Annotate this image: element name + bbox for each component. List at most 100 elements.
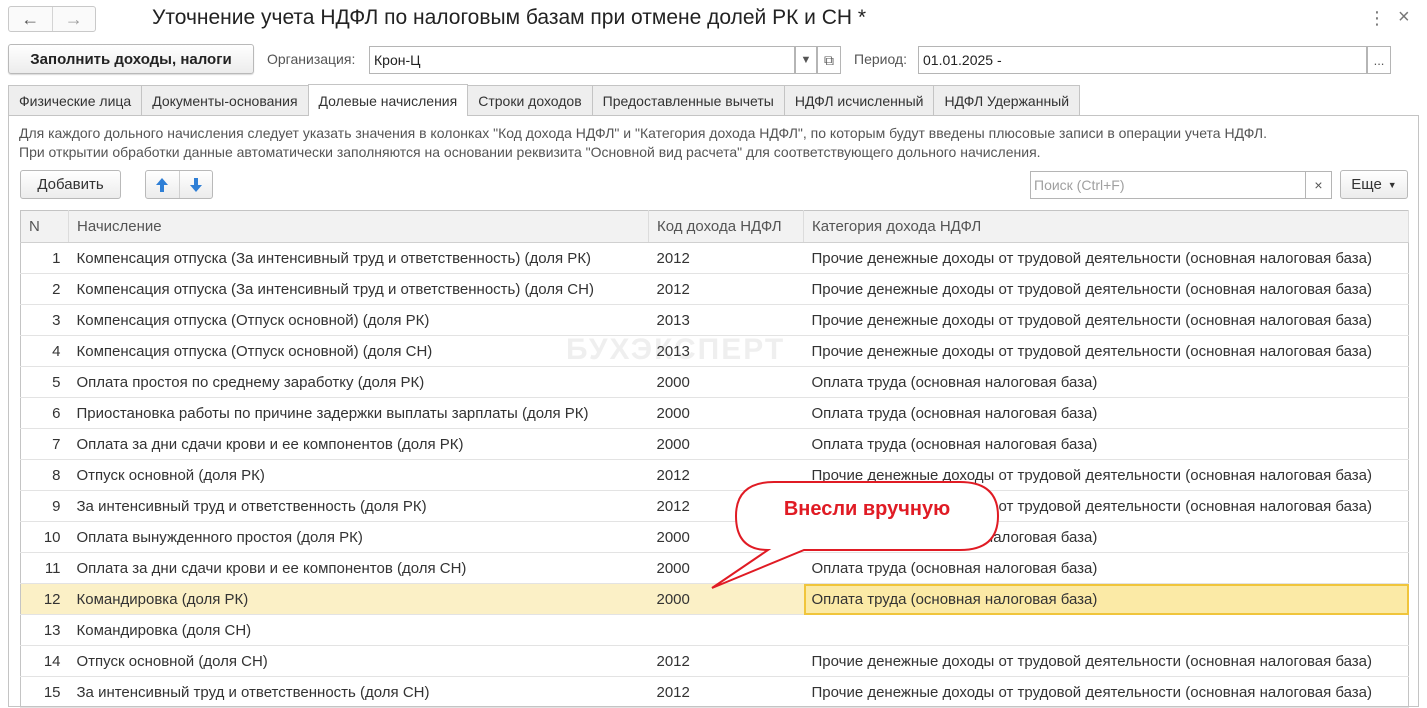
add-button[interactable]: Добавить	[20, 170, 121, 199]
table-row[interactable]: 4 Компенсация отпуска (Отпуск основной) (…	[20, 335, 1409, 367]
column-header-income-category[interactable]: Категория дохода НДФЛ	[803, 210, 1409, 243]
table-row[interactable]: 14 Отпуск основной (доля СН) 2012 Прочие де…	[20, 645, 1409, 677]
table-row[interactable]: 2 Компенсация отпуска (За интенсивный тру…	[20, 273, 1409, 305]
accrual-name-cell[interactable]: Компенсация отпуска (Отпуск основной) (д…	[68, 335, 649, 367]
income-code-cell[interactable]: 2012	[648, 645, 804, 677]
accrual-name-cell[interactable]: Компенсация отпуска (Отпуск основной) (д…	[68, 304, 649, 336]
more-button[interactable]: Еще ▼	[1340, 170, 1408, 199]
accrual-name-cell[interactable]: Командировка (доля РК)	[68, 583, 649, 615]
income-category-cell[interactable]: Прочие денежные доходы от трудовой деяте…	[803, 242, 1409, 274]
table-row[interactable]: 9 За интенсивный труд и ответственность (…	[20, 490, 1409, 522]
row-number-cell[interactable]: 14	[20, 645, 69, 677]
table-row[interactable]: 3 Компенсация отпуска (Отпуск основной) (…	[20, 304, 1409, 336]
income-category-cell[interactable]: Прочие денежные доходы от трудовой деяте…	[803, 304, 1409, 336]
row-number-cell[interactable]: 15	[20, 676, 69, 708]
table-row[interactable]: 1 Компенсация отпуска (За интенсивный тру…	[20, 242, 1409, 274]
accrual-name-cell[interactable]: Отпуск основной (доля РК)	[68, 459, 649, 491]
income-code-cell[interactable]	[648, 614, 804, 646]
income-code-cell[interactable]: 2013	[648, 335, 804, 367]
nav-buttons: ← →	[8, 6, 96, 32]
accrual-name-cell[interactable]: Отпуск основной (доля СН)	[68, 645, 649, 677]
more-vertical-icon[interactable]: ⋮	[1368, 8, 1386, 29]
table-row[interactable]: 11 Оплата за дни сдачи крови и ее компоне…	[20, 552, 1409, 584]
accrual-name-cell[interactable]: Оплата за дни сдачи крови и ее компонент…	[68, 428, 649, 460]
table-row[interactable]: 6 Приостановка работы по причине задержки…	[20, 397, 1409, 429]
income-category-cell[interactable]: Прочие денежные доходы от трудовой деяте…	[803, 335, 1409, 367]
tab-bar: Физические лица Документы-основания Доле…	[8, 84, 1081, 116]
accrual-name-cell[interactable]: Командировка (доля СН)	[68, 614, 649, 646]
period-field[interactable]: 01.01.2025 -	[918, 46, 1367, 74]
fill-income-taxes-button[interactable]: Заполнить доходы, налоги	[8, 44, 254, 74]
accruals-table: N Начисление Код дохода НДФЛ Категория д…	[20, 210, 1409, 708]
more-button-label: Еще	[1351, 176, 1382, 193]
column-header-accrual[interactable]: Начисление	[68, 210, 649, 243]
table-row[interactable]: 10 Оплата вынужденного простоя (доля РК) 2…	[20, 521, 1409, 553]
row-number-cell[interactable]: 3	[20, 304, 69, 336]
row-number-cell[interactable]: 9	[20, 490, 69, 522]
income-code-cell[interactable]: 2000	[648, 366, 804, 398]
organization-field[interactable]: Крон-Ц	[369, 46, 795, 74]
income-code-cell[interactable]: 2012	[648, 676, 804, 708]
clear-search-icon[interactable]: ×	[1305, 171, 1332, 199]
income-code-cell[interactable]: 2000	[648, 397, 804, 429]
column-header-number[interactable]: N	[20, 210, 69, 243]
row-number-cell[interactable]: 10	[20, 521, 69, 553]
income-category-cell[interactable]: Оплата труда (основная налоговая база)	[803, 428, 1409, 460]
income-category-cell[interactable]: Оплата труда (основная налоговая база)	[803, 366, 1409, 398]
accrual-name-cell[interactable]: Оплата за дни сдачи крови и ее компонент…	[68, 552, 649, 584]
tab-ndfl-withheld[interactable]: НДФЛ Удержанный	[933, 85, 1081, 115]
forward-arrow-icon[interactable]: →	[51, 7, 96, 31]
row-number-cell[interactable]: 2	[20, 273, 69, 305]
row-number-cell[interactable]: 7	[20, 428, 69, 460]
income-code-cell[interactable]: 2012	[648, 242, 804, 274]
income-code-cell[interactable]: 2012	[648, 273, 804, 305]
row-number-cell[interactable]: 11	[20, 552, 69, 584]
table-row[interactable]: 7 Оплата за дни сдачи крови и ее компонен…	[20, 428, 1409, 460]
row-number-cell[interactable]: 13	[20, 614, 69, 646]
income-category-cell[interactable]: Прочие денежные доходы от трудовой деяте…	[803, 645, 1409, 677]
table-row[interactable]: 12 Командировка (доля РК) 2000 Оплата труда…	[20, 583, 1409, 615]
info-line-1: Для каждого дольного начисления следует …	[19, 125, 1268, 141]
row-number-cell[interactable]: 5	[20, 366, 69, 398]
income-category-cell[interactable]: Прочие денежные доходы от трудовой деяте…	[803, 273, 1409, 305]
accrual-name-cell[interactable]: Оплата вынужденного простоя (доля РК)	[68, 521, 649, 553]
income-category-cell[interactable]	[803, 614, 1409, 646]
accrual-name-cell[interactable]: Приостановка работы по причине задержки …	[68, 397, 649, 429]
table-header-row: N Начисление Код дохода НДФЛ Категория д…	[20, 210, 1409, 243]
organization-label: Организация:	[267, 51, 356, 67]
income-code-cell[interactable]: 2000	[648, 428, 804, 460]
close-icon[interactable]: ×	[1398, 6, 1410, 29]
choose-period-button[interactable]: ...	[1367, 46, 1391, 74]
search-input[interactable]: Поиск (Ctrl+F)	[1030, 171, 1306, 199]
table-row[interactable]: 15 За интенсивный труд и ответственность …	[20, 676, 1409, 708]
tab-individuals[interactable]: Физические лица	[8, 85, 143, 115]
table-row[interactable]: 8 Отпуск основной (доля РК) 2012 Прочие ден…	[20, 459, 1409, 491]
accrual-name-cell[interactable]: Компенсация отпуска (За интенсивный труд…	[68, 242, 649, 274]
income-code-cell[interactable]: 2013	[648, 304, 804, 336]
income-category-cell[interactable]: Оплата труда (основная налоговая база)	[803, 397, 1409, 429]
chevron-down-icon[interactable]: ▼	[795, 46, 817, 74]
tab-deductions[interactable]: Предоставленные вычеты	[591, 85, 785, 115]
accrual-name-cell[interactable]: За интенсивный труд и ответственность (д…	[68, 490, 649, 522]
back-arrow-icon[interactable]: ←	[9, 7, 52, 31]
row-number-cell[interactable]: 4	[20, 335, 69, 367]
column-header-income-code[interactable]: Код дохода НДФЛ	[648, 210, 804, 243]
open-icon[interactable]: ⧉	[817, 46, 841, 74]
window-title: Уточнение учета НДФЛ по налоговым базам …	[152, 6, 867, 29]
tab-share-accruals[interactable]: Долевые начисления	[307, 84, 469, 116]
accrual-name-cell[interactable]: Оплата простоя по среднему заработку (до…	[68, 366, 649, 398]
accrual-name-cell[interactable]: За интенсивный труд и ответственность (д…	[68, 676, 649, 708]
move-up-icon[interactable]	[146, 171, 179, 198]
table-row[interactable]: 5 Оплата простоя по среднему заработку (д…	[20, 366, 1409, 398]
row-number-cell[interactable]: 6	[20, 397, 69, 429]
row-number-cell[interactable]: 1	[20, 242, 69, 274]
row-number-cell[interactable]: 8	[20, 459, 69, 491]
row-number-cell[interactable]: 12	[20, 583, 69, 615]
tab-income-lines[interactable]: Строки доходов	[467, 85, 593, 115]
tab-base-documents[interactable]: Документы-основания	[141, 85, 309, 115]
move-down-icon[interactable]	[178, 171, 213, 198]
accrual-name-cell[interactable]: Компенсация отпуска (За интенсивный труд…	[68, 273, 649, 305]
table-row[interactable]: 13 Командировка (доля СН)	[20, 614, 1409, 646]
tab-ndfl-calculated[interactable]: НДФЛ исчисленный	[783, 85, 935, 115]
income-category-cell[interactable]: Прочие денежные доходы от трудовой деяте…	[803, 676, 1409, 708]
